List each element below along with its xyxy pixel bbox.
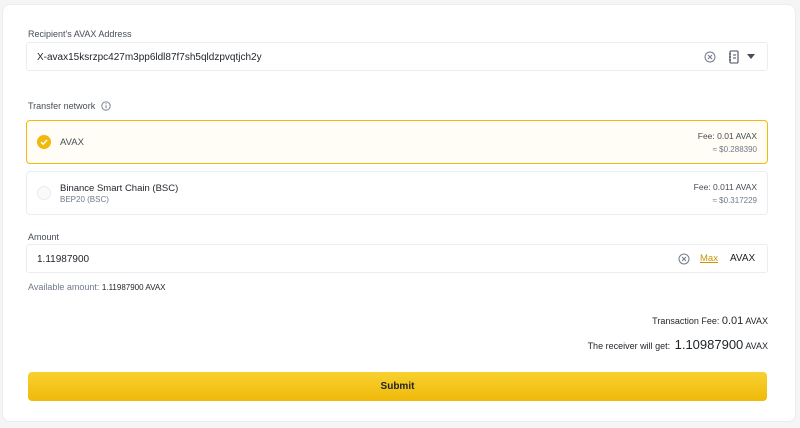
amount-currency: AVAX	[730, 253, 756, 264]
clear-address-icon[interactable]	[704, 51, 716, 63]
transfer-network-label: Transfer network	[28, 101, 111, 111]
clear-amount-icon[interactable]	[678, 253, 690, 265]
transaction-fee-label: Transaction Fee:	[652, 316, 720, 326]
max-button[interactable]: Max	[700, 253, 718, 264]
network-fee: Fee: 0.01 AVAX	[697, 131, 757, 141]
transfer-network-text: Transfer network	[28, 101, 96, 111]
available-value: 1.11987900 AVAX	[101, 283, 166, 292]
available-label: Available amount:	[28, 282, 100, 292]
network-name: Binance Smart Chain (BSC)	[60, 183, 179, 194]
available-amount: Available amount: 1.11987900 AVAX	[28, 282, 166, 292]
address-book-icon[interactable]	[728, 50, 740, 64]
info-icon[interactable]	[101, 101, 111, 111]
receiver-gets-currency: AVAX	[745, 341, 768, 351]
recipient-label: Recipient's AVAX Address	[28, 29, 132, 39]
network-option-avax[interactable]: AVAX Fee: 0.01 AVAX ≈ $0.288390	[26, 120, 768, 164]
receiver-gets-row: The receiver will get: 1.10987900 AVAX	[588, 337, 768, 352]
recipient-address-input[interactable]: X-avax15ksrzpc427m3pp6ldl87f7sh5qldzpvqt…	[26, 42, 768, 71]
network-subname: BEP20 (BSC)	[60, 195, 109, 204]
amount-value: 1.11987900	[37, 254, 90, 265]
transaction-fee-row: Transaction Fee: 0.01 AVAX	[652, 315, 768, 327]
radio-selected[interactable]	[37, 135, 51, 149]
amount-input[interactable]: 1.11987900 Max AVAX	[26, 244, 768, 273]
caret-down-icon[interactable]	[747, 54, 755, 60]
submit-button[interactable]: Submit	[28, 372, 767, 401]
check-icon	[40, 139, 48, 146]
receiver-gets-label: The receiver will get:	[587, 341, 671, 351]
amount-label: Amount	[28, 232, 60, 242]
transaction-fee-currency: AVAX	[745, 316, 768, 326]
network-option-bsc[interactable]: Binance Smart Chain (BSC) BEP20 (BSC) Fe…	[26, 171, 768, 215]
transaction-fee-value: 0.01	[721, 315, 744, 327]
recipient-address-value: X-avax15ksrzpc427m3pp6ldl87f7sh5qldzpvqt…	[37, 52, 262, 63]
network-fee-usd: ≈ $0.317229	[712, 196, 757, 205]
radio-unselected[interactable]	[37, 186, 51, 200]
network-fee: Fee: 0.011 AVAX	[693, 182, 757, 192]
network-fee-usd: ≈ $0.288390	[712, 145, 757, 154]
receiver-gets-value: 1.10987900	[674, 337, 744, 352]
network-name: AVAX	[60, 137, 84, 148]
